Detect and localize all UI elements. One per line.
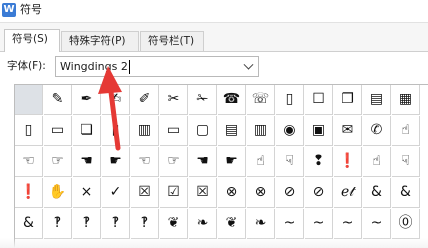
symbol-row: ▯ ▭ ❏ ▮ ▥ ▭ ▢ ▤ ▥ ◉ ▣ ✉ ✆ ☝ [15, 116, 428, 146]
symbol-cell[interactable]: ☏ [247, 85, 275, 115]
title-bar: W 符号 [0, 0, 428, 20]
tab-special-characters[interactable]: 特殊字符(P) [61, 31, 139, 51]
symbol-cell[interactable]: ❐ [334, 85, 362, 115]
symbol-cell[interactable]: ‽ [102, 209, 130, 239]
tab-symbols[interactable]: 符号(S) [4, 29, 60, 52]
symbol-cell[interactable]: ☝ [392, 116, 420, 146]
symbol-cell[interactable]: & [15, 209, 43, 239]
symbol-cell[interactable]: ☎ [218, 85, 246, 115]
symbol-cell[interactable]: ☒ [189, 178, 217, 208]
wps-writer-icon: W [2, 3, 16, 17]
symbol-cell[interactable]: ◉ [276, 116, 304, 146]
symbol-cell[interactable]: ❦ [218, 209, 246, 239]
symbol-cell[interactable]: ✂ [160, 85, 188, 115]
symbol-cell[interactable]: ☚ [73, 147, 101, 177]
symbol-cell[interactable]: ⊘ [305, 178, 333, 208]
symbol-cell[interactable]: ~ [276, 209, 304, 239]
symbol-cell[interactable]: × [73, 178, 101, 208]
symbol-cell[interactable]: ▮ [102, 116, 130, 146]
bottom-edge [0, 238, 428, 248]
symbol-cell[interactable]: ☜ [15, 147, 43, 177]
symbol-cell[interactable]: ⊘ [276, 178, 304, 208]
symbol-cell[interactable]: ☞ [44, 147, 72, 177]
symbol-cell[interactable]: ⊗ [247, 178, 275, 208]
symbol-cell[interactable] [15, 85, 43, 115]
symbol-cell[interactable]: ✐ [131, 85, 159, 115]
font-label: 字体(F): [7, 60, 46, 72]
symbol-cell[interactable]: ☛ [218, 147, 246, 177]
symbol-row: ❗ ✋ × ✓ ☒ ☑ ☒ ⊗ ⊗ ⊘ ⊘ ℯ𝓉 & & [15, 178, 428, 208]
symbol-cell[interactable]: ☒ [131, 178, 159, 208]
symbol-cell[interactable]: ▤ [363, 85, 391, 115]
symbol-row: & ‽ ‽ ‽ ‽ ❦ ❧ ❦ ❧ ~ ~ ~ ~ ⓪ [15, 209, 428, 239]
symbol-cell[interactable]: ❗ [334, 147, 362, 177]
symbol-cell[interactable]: ☑ [160, 178, 188, 208]
symbol-cell[interactable]: ☟ [276, 147, 304, 177]
symbol-cell[interactable]: ✍ [102, 85, 130, 115]
symbol-row: ☜ ☞ ☚ ☛ ☜ ☞ ☚ ☛ ☝ ☟ ❢ ❗ ☝ ☟ [15, 147, 428, 177]
symbol-cell[interactable]: ⊗ [218, 178, 246, 208]
symbol-cell[interactable]: ✋ [44, 178, 72, 208]
symbol-cell[interactable]: ✆ [363, 116, 391, 146]
symbol-cell[interactable]: ⓪ [392, 209, 420, 239]
symbol-cell[interactable]: ‽ [44, 209, 72, 239]
symbol-cell[interactable]: ▦ [392, 85, 420, 115]
symbol-cell[interactable]: ☚ [189, 147, 217, 177]
symbol-cell[interactable]: ▤ [218, 116, 246, 146]
symbol-cell[interactable]: ☐ [305, 85, 333, 115]
symbol-cell[interactable]: ☝ [247, 147, 275, 177]
symbol-cell[interactable]: ℯ𝓉 [334, 178, 362, 208]
symbol-cell[interactable]: ☜ [131, 147, 159, 177]
symbol-cell[interactable]: ~ [363, 209, 391, 239]
symbol-dialog-panel: 符号(S) 特殊字符(P) 符号栏(T) 字体(F): Wingdings 2 … [0, 22, 428, 248]
symbol-cell[interactable]: ▣ [305, 116, 333, 146]
symbol-cell[interactable]: ▯ [276, 85, 304, 115]
symbol-cell[interactable]: ☞ [160, 147, 188, 177]
symbol-cell[interactable]: ‽ [131, 209, 159, 239]
symbol-cell[interactable]: & [392, 178, 420, 208]
symbol-cell[interactable]: ✁ [189, 85, 217, 115]
symbol-cell[interactable]: ~ [305, 209, 333, 239]
dialog-title: 符号 [20, 3, 42, 16]
symbol-cell[interactable]: ▥ [131, 116, 159, 146]
tab-symbol-bar[interactable]: 符号栏(T) [140, 31, 204, 51]
font-select-value: Wingdings 2 [60, 60, 128, 73]
symbol-cell[interactable]: ▥ [247, 116, 275, 146]
symbol-row: ✎ ✒ ✍ ✐ ✂ ✁ ☎ ☏ ▯ ☐ ❐ ▤ ▦ [15, 85, 428, 115]
symbol-cell[interactable]: ~ [334, 209, 362, 239]
symbol-cell[interactable]: ✓ [102, 178, 130, 208]
symbol-cell[interactable]: ☝ [363, 147, 391, 177]
symbol-cell[interactable]: ✒ [73, 85, 101, 115]
symbol-cell[interactable]: ❧ [189, 209, 217, 239]
symbol-cell[interactable]: ❦ [160, 209, 188, 239]
symbol-cell[interactable]: ▭ [44, 116, 72, 146]
text-caret [129, 60, 130, 74]
symbol-cell[interactable]: ❗ [15, 178, 43, 208]
symbol-cell[interactable]: ✉ [334, 116, 362, 146]
chevron-down-icon[interactable] [243, 59, 254, 70]
symbol-cell[interactable]: ❏ [73, 116, 101, 146]
symbol-cell[interactable]: ☛ [102, 147, 130, 177]
symbol-cell[interactable]: ❧ [247, 209, 275, 239]
symbol-cell[interactable]: ▯ [15, 116, 43, 146]
symbol-cell[interactable]: ☟ [392, 147, 420, 177]
symbol-cell[interactable]: ▭ [160, 116, 188, 146]
symbol-grid: ✎ ✒ ✍ ✐ ✂ ✁ ☎ ☏ ▯ ☐ ❐ ▤ ▦ ▯ ▭ ❏ ▮ ▥ ▭ ▢ ▤ ▥ ◉ ▣ ✉ ✆ ☝ ☜ ☞ ☚ ☛ ☜ ☞ ☚ ☛ ☝ ☟ ❢ ❗ ☝… [14, 84, 428, 248]
symbol-cell[interactable]: ‽ [73, 209, 101, 239]
symbol-cell[interactable]: & [363, 178, 391, 208]
symbol-cell[interactable]: ▢ [189, 116, 217, 146]
symbol-cell[interactable]: ❢ [305, 147, 333, 177]
font-select[interactable]: Wingdings 2 [55, 56, 259, 77]
symbol-cell[interactable]: ✎ [44, 85, 72, 115]
